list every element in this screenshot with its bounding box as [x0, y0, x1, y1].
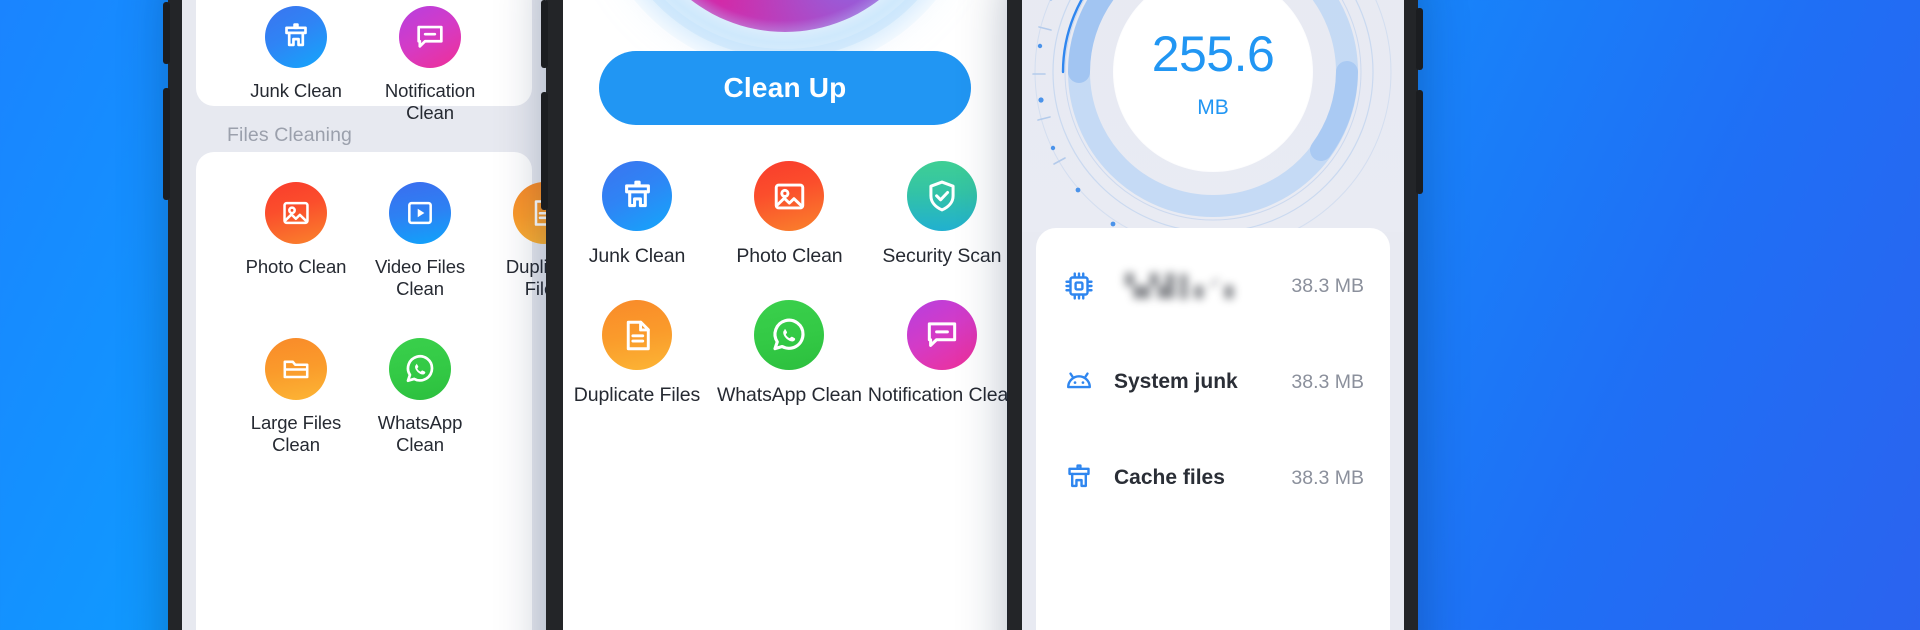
- volume-button-middle[interactable]: [541, 0, 548, 68]
- power-button-middle[interactable]: [541, 92, 548, 210]
- files-cleaning-section-title: Files Cleaning: [227, 124, 352, 146]
- right-phone-screen: 255.6 MB ▚▞▟ ▌▖◜ ▖ 38.3 MB System junk 3…: [1022, 0, 1404, 630]
- broom-icon: [602, 161, 672, 231]
- volume-button-right[interactable]: [1416, 8, 1423, 70]
- tile-label: Notification Clean: [384, 80, 476, 123]
- tile-label: Junk Clean: [588, 245, 686, 267]
- notification-chat-icon: [399, 6, 461, 68]
- list-item-name: System junk: [1114, 370, 1238, 393]
- memory-gauge-panel: 255.6 MB: [1022, 0, 1404, 232]
- tile-label: Photo Clean: [736, 245, 843, 267]
- phone-mockup-right: 255.6 MB ▚▞▟ ▌▖◜ ▖ 38.3 MB System junk 3…: [1008, 0, 1423, 630]
- left-top-tools-card: Junk Clean Notification Clean: [196, 0, 532, 123]
- tile-label: Notification Clean: [867, 384, 1007, 406]
- memory-value: 255.6: [1151, 26, 1275, 82]
- tile-label: Junk Clean: [250, 80, 342, 101]
- storage-bubble: 59% 4.65GB / 7.82GB: [591, 0, 979, 72]
- tile-label: Duplicate Files: [573, 384, 701, 406]
- memory-unit: MB: [1197, 96, 1229, 119]
- power-button-left[interactable]: [163, 88, 170, 200]
- list-item[interactable]: ▚▞▟ ▌▖◜ ▖ 38.3 MB: [1036, 238, 1390, 334]
- tile-label: Video Files Clean: [374, 256, 466, 299]
- volume-button-left[interactable]: [163, 2, 170, 64]
- tile-large-files-clean[interactable]: Large Files Clean: [244, 338, 348, 456]
- tile-duplicate-files[interactable]: Duplicate Files: [492, 182, 546, 300]
- tile-security-scan[interactable]: Security Scan: [868, 161, 1007, 268]
- tile-duplicate-files[interactable]: Duplicate Files: [563, 300, 711, 407]
- photo-icon: [265, 182, 327, 244]
- list-item-name: Cache files: [1114, 466, 1225, 489]
- notification-chat-icon: [906, 300, 977, 370]
- left-phone-screen: Junk Clean Notification Clean Files Clea…: [182, 0, 546, 630]
- tile-label: WhatsApp Clean: [716, 384, 862, 406]
- tile-whatsapp-clean[interactable]: WhatsApp Clean: [715, 300, 863, 407]
- tile-label: WhatsApp Clean: [377, 412, 463, 455]
- phone-mockup-middle: 59% 4.65GB / 7.82GB Clean Up Junk Clean: [541, 0, 1024, 630]
- junk-list-card: ▚▞▟ ▌▖◜ ▖ 38.3 MB System junk 38.3 MB Ca…: [1036, 228, 1390, 630]
- list-item-size: 38.3 MB: [1291, 370, 1364, 393]
- phone-mockup-left: Junk Clean Notification Clean Files Clea…: [163, 0, 560, 630]
- list-item-name: ▚▞▟ ▌▖◜ ▖: [1114, 274, 1247, 298]
- tile-notification-clean[interactable]: Notification Clean: [378, 6, 482, 124]
- cpu-chip-icon: [1062, 269, 1096, 303]
- list-item[interactable]: Cache files 38.3 MB: [1036, 430, 1390, 526]
- tile-notification-clean[interactable]: Notification Clean: [868, 300, 1007, 407]
- storage-bubble-container: 59% 4.65GB / 7.82GB: [563, 0, 1007, 72]
- whatsapp-icon: [389, 338, 451, 400]
- middle-phone-screen: 59% 4.65GB / 7.82GB Clean Up Junk Clean: [563, 0, 1007, 630]
- list-item[interactable]: System junk 38.3 MB: [1036, 334, 1390, 430]
- tile-label: Large Files Clean: [250, 412, 342, 455]
- whatsapp-icon: [754, 300, 825, 370]
- tile-whatsapp-clean[interactable]: WhatsApp Clean: [368, 338, 472, 456]
- power-button-right[interactable]: [1416, 90, 1423, 194]
- list-item-size: 38.3 MB: [1291, 274, 1364, 297]
- document-icon: [602, 300, 672, 370]
- tile-photo-clean[interactable]: Photo Clean: [244, 182, 348, 278]
- tile-video-files-clean[interactable]: Video Files Clean: [368, 182, 472, 300]
- list-item-size: 38.3 MB: [1291, 466, 1364, 489]
- middle-tools-grid: Junk Clean Photo Clean Security Scan Dup…: [563, 161, 1007, 407]
- video-play-icon: [389, 182, 451, 244]
- clean-up-button[interactable]: Clean Up: [599, 51, 971, 125]
- tile-label: Duplicate Files: [505, 256, 546, 299]
- broom-icon: [265, 6, 327, 68]
- tile-junk-clean[interactable]: Junk Clean: [563, 161, 711, 268]
- android-icon: [1062, 365, 1096, 399]
- tile-junk-clean[interactable]: Junk Clean: [244, 6, 348, 102]
- shield-check-icon: [906, 161, 977, 231]
- tile-label: Photo Clean: [245, 256, 347, 277]
- tile-label: Security Scan: [882, 245, 1002, 267]
- broom-icon: [1062, 461, 1096, 495]
- photo-icon: [754, 161, 825, 231]
- folder-icon: [265, 338, 327, 400]
- left-files-card: Photo Clean Video Files Clean Dupli Fil …: [196, 152, 546, 630]
- tile-photo-clean[interactable]: Photo Clean: [715, 161, 863, 268]
